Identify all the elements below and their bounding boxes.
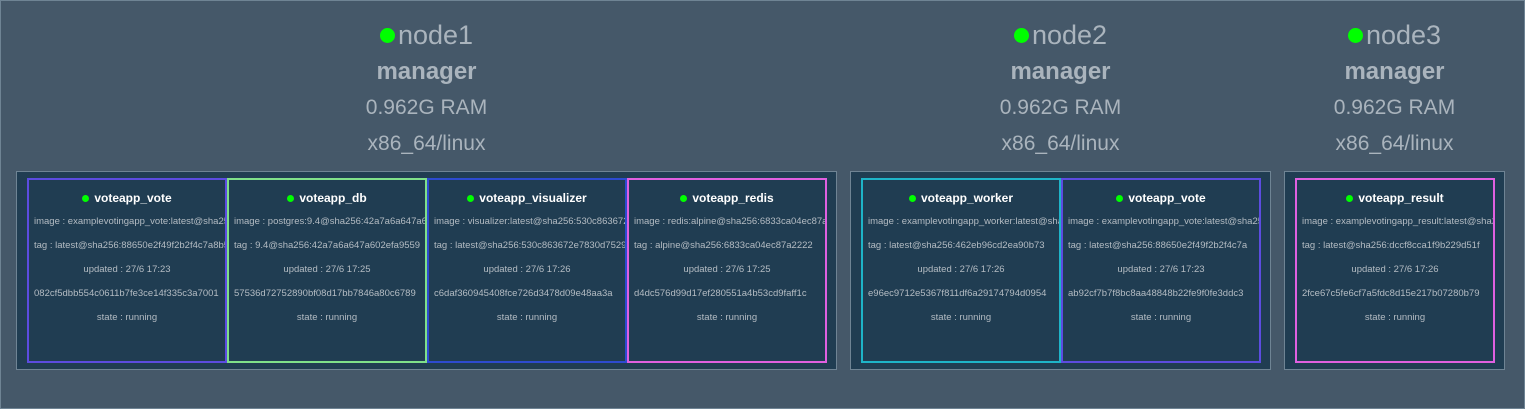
container-id: 57536d72752890bf08d17bb7846a80c6789 [234, 288, 416, 299]
container-image: image : examplevotingapp_vote:latest@sha… [1068, 216, 1259, 227]
node-arch: x86_64/linux [1335, 132, 1454, 155]
container-status-icon [82, 194, 90, 202]
container-title: voteapp_vote [1063, 189, 1259, 207]
node-node2: node2 manager 0.962G RAM x86_64/linux [850, 18, 1271, 162]
node-role: manager [1344, 58, 1445, 85]
node-status-icon [1013, 27, 1029, 43]
container-image: image : examplevotingapp_vote:latest@sha… [34, 216, 225, 227]
container-tag: tag : 9.4@sha256:42a7a6a647a602efa9559 [234, 240, 421, 251]
node-header: node1 manager 0.962G RAM x86_64/linux [16, 18, 837, 162]
container-title: voteapp_worker [863, 189, 1059, 207]
container-card[interactable]: voteapp_vote image : examplevotingapp_vo… [1061, 178, 1261, 363]
node-role: manager [376, 58, 477, 85]
container-id: e96ec9712e5367f811df6a29174794d0954 [868, 288, 1047, 299]
container-updated: updated : 27/6 17:26 [483, 264, 571, 275]
node3-container-list: voteapp_result image : examplevotingapp_… [1284, 171, 1505, 370]
container-name: voteapp_redis [692, 191, 774, 205]
container-name: voteapp_vote [94, 191, 172, 205]
node-title: node1 [16, 18, 837, 52]
container-image: image : redis:alpine@sha256:6833ca04ec87… [634, 216, 825, 227]
container-id: c6daf360945408fce726d3478d09e48aa3a [434, 288, 613, 299]
node-name: node3 [1365, 20, 1442, 50]
container-updated: updated : 27/6 17:23 [1117, 264, 1205, 275]
node-ram: 0.962G RAM [1333, 96, 1456, 119]
node-status-icon [379, 27, 395, 43]
container-title: voteapp_db [229, 189, 425, 207]
container-tag: tag : latest@sha256:88650e2f49f2b2f4c7a8… [34, 240, 225, 251]
container-image: image : examplevotingapp_result:latest@s… [1302, 216, 1493, 227]
container-card[interactable]: voteapp_worker image : examplevotingapp_… [861, 178, 1061, 363]
container-state: state : running [696, 312, 758, 323]
container-title: voteapp_visualizer [429, 189, 625, 207]
container-card[interactable]: voteapp_redis image : redis:alpine@sha25… [627, 178, 827, 363]
container-state: state : running [496, 312, 558, 323]
container-status-icon [908, 194, 916, 202]
container-id: 2fce67c5fe6cf7a5fdc8d15e217b07280b79 [1302, 288, 1480, 299]
container-id: ab92cf7b7f8bc8aa48848b22fe9f0fe3ddc3 [1068, 288, 1244, 299]
container-status-icon [467, 194, 475, 202]
node-name: node2 [1031, 20, 1108, 50]
node-ram: 0.962G RAM [365, 96, 488, 119]
container-updated: updated : 27/6 17:25 [283, 264, 371, 275]
container-card[interactable]: voteapp_vote image : examplevotingapp_vo… [27, 178, 227, 363]
container-state: state : running [930, 312, 992, 323]
container-tag: tag : latest@sha256:530c863672e7830d7529 [434, 240, 625, 251]
node2-container-list: voteapp_worker image : examplevotingapp_… [850, 171, 1271, 370]
node-role: manager [1010, 58, 1111, 85]
container-name: voteapp_worker [920, 191, 1014, 205]
container-state: state : running [1364, 312, 1426, 323]
container-status-icon [1116, 194, 1124, 202]
container-status-icon [287, 194, 295, 202]
container-title: voteapp_vote [29, 189, 225, 207]
container-name: voteapp_vote [1128, 191, 1206, 205]
container-tag: tag : latest@sha256:462eb96cd2ea90b73 [868, 240, 1045, 251]
container-image: image : postgres:9.4@sha256:42a7a6a647a6… [234, 216, 425, 227]
node-title: node3 [1284, 18, 1505, 52]
container-name: voteapp_visualizer [479, 191, 587, 205]
container-updated: updated : 27/6 17:23 [83, 264, 171, 275]
node-node3: node3 manager 0.962G RAM x86_64/linux [1284, 18, 1505, 162]
container-name: voteapp_result [1358, 191, 1444, 205]
container-status-icon [1346, 194, 1354, 202]
node1-container-list: voteapp_vote image : examplevotingapp_vo… [16, 171, 837, 370]
container-updated: updated : 27/6 17:26 [917, 264, 1005, 275]
container-tag: tag : latest@sha256:dccf8cca1f9b229d51f [1302, 240, 1480, 251]
container-state: state : running [1130, 312, 1192, 323]
node-status-icon [1347, 27, 1363, 43]
container-state: state : running [96, 312, 158, 323]
container-card[interactable]: voteapp_result image : examplevotingapp_… [1295, 178, 1495, 363]
container-id: d4dc576d99d17ef280551a4b53cd9faff1c [634, 288, 807, 299]
container-tag: tag : alpine@sha256:6833ca04ec87a2222 [634, 240, 813, 251]
node-node1: node1 manager 0.962G RAM x86_64/linux [16, 18, 837, 162]
node-ram: 0.962G RAM [999, 96, 1122, 119]
node-arch: x86_64/linux [1001, 132, 1120, 155]
container-id: 082cf5dbb554c0611b7fe3ce14f335c3a7001 [34, 288, 219, 299]
node-header: node2 manager 0.962G RAM x86_64/linux [850, 18, 1271, 162]
container-updated: updated : 27/6 17:25 [683, 264, 771, 275]
node-arch: x86_64/linux [367, 132, 486, 155]
container-tag: tag : latest@sha256:88650e2f49f2b2f4c7a [1068, 240, 1248, 251]
container-status-icon [680, 194, 688, 202]
container-updated: updated : 27/6 17:26 [1351, 264, 1439, 275]
container-name: voteapp_db [299, 191, 367, 205]
container-image: image : visualizer:latest@sha256:530c863… [434, 216, 625, 227]
node-header: node3 manager 0.962G RAM x86_64/linux [1284, 18, 1505, 162]
container-card[interactable]: voteapp_db image : postgres:9.4@sha256:4… [227, 178, 427, 363]
container-card[interactable]: voteapp_visualizer image : visualizer:la… [427, 178, 627, 363]
container-title: voteapp_redis [629, 189, 825, 207]
node-name: node1 [397, 20, 474, 50]
container-title: voteapp_result [1297, 189, 1493, 207]
container-image: image : examplevotingapp_worker:latest@s… [868, 216, 1059, 227]
node-title: node2 [850, 18, 1271, 52]
container-state: state : running [296, 312, 358, 323]
